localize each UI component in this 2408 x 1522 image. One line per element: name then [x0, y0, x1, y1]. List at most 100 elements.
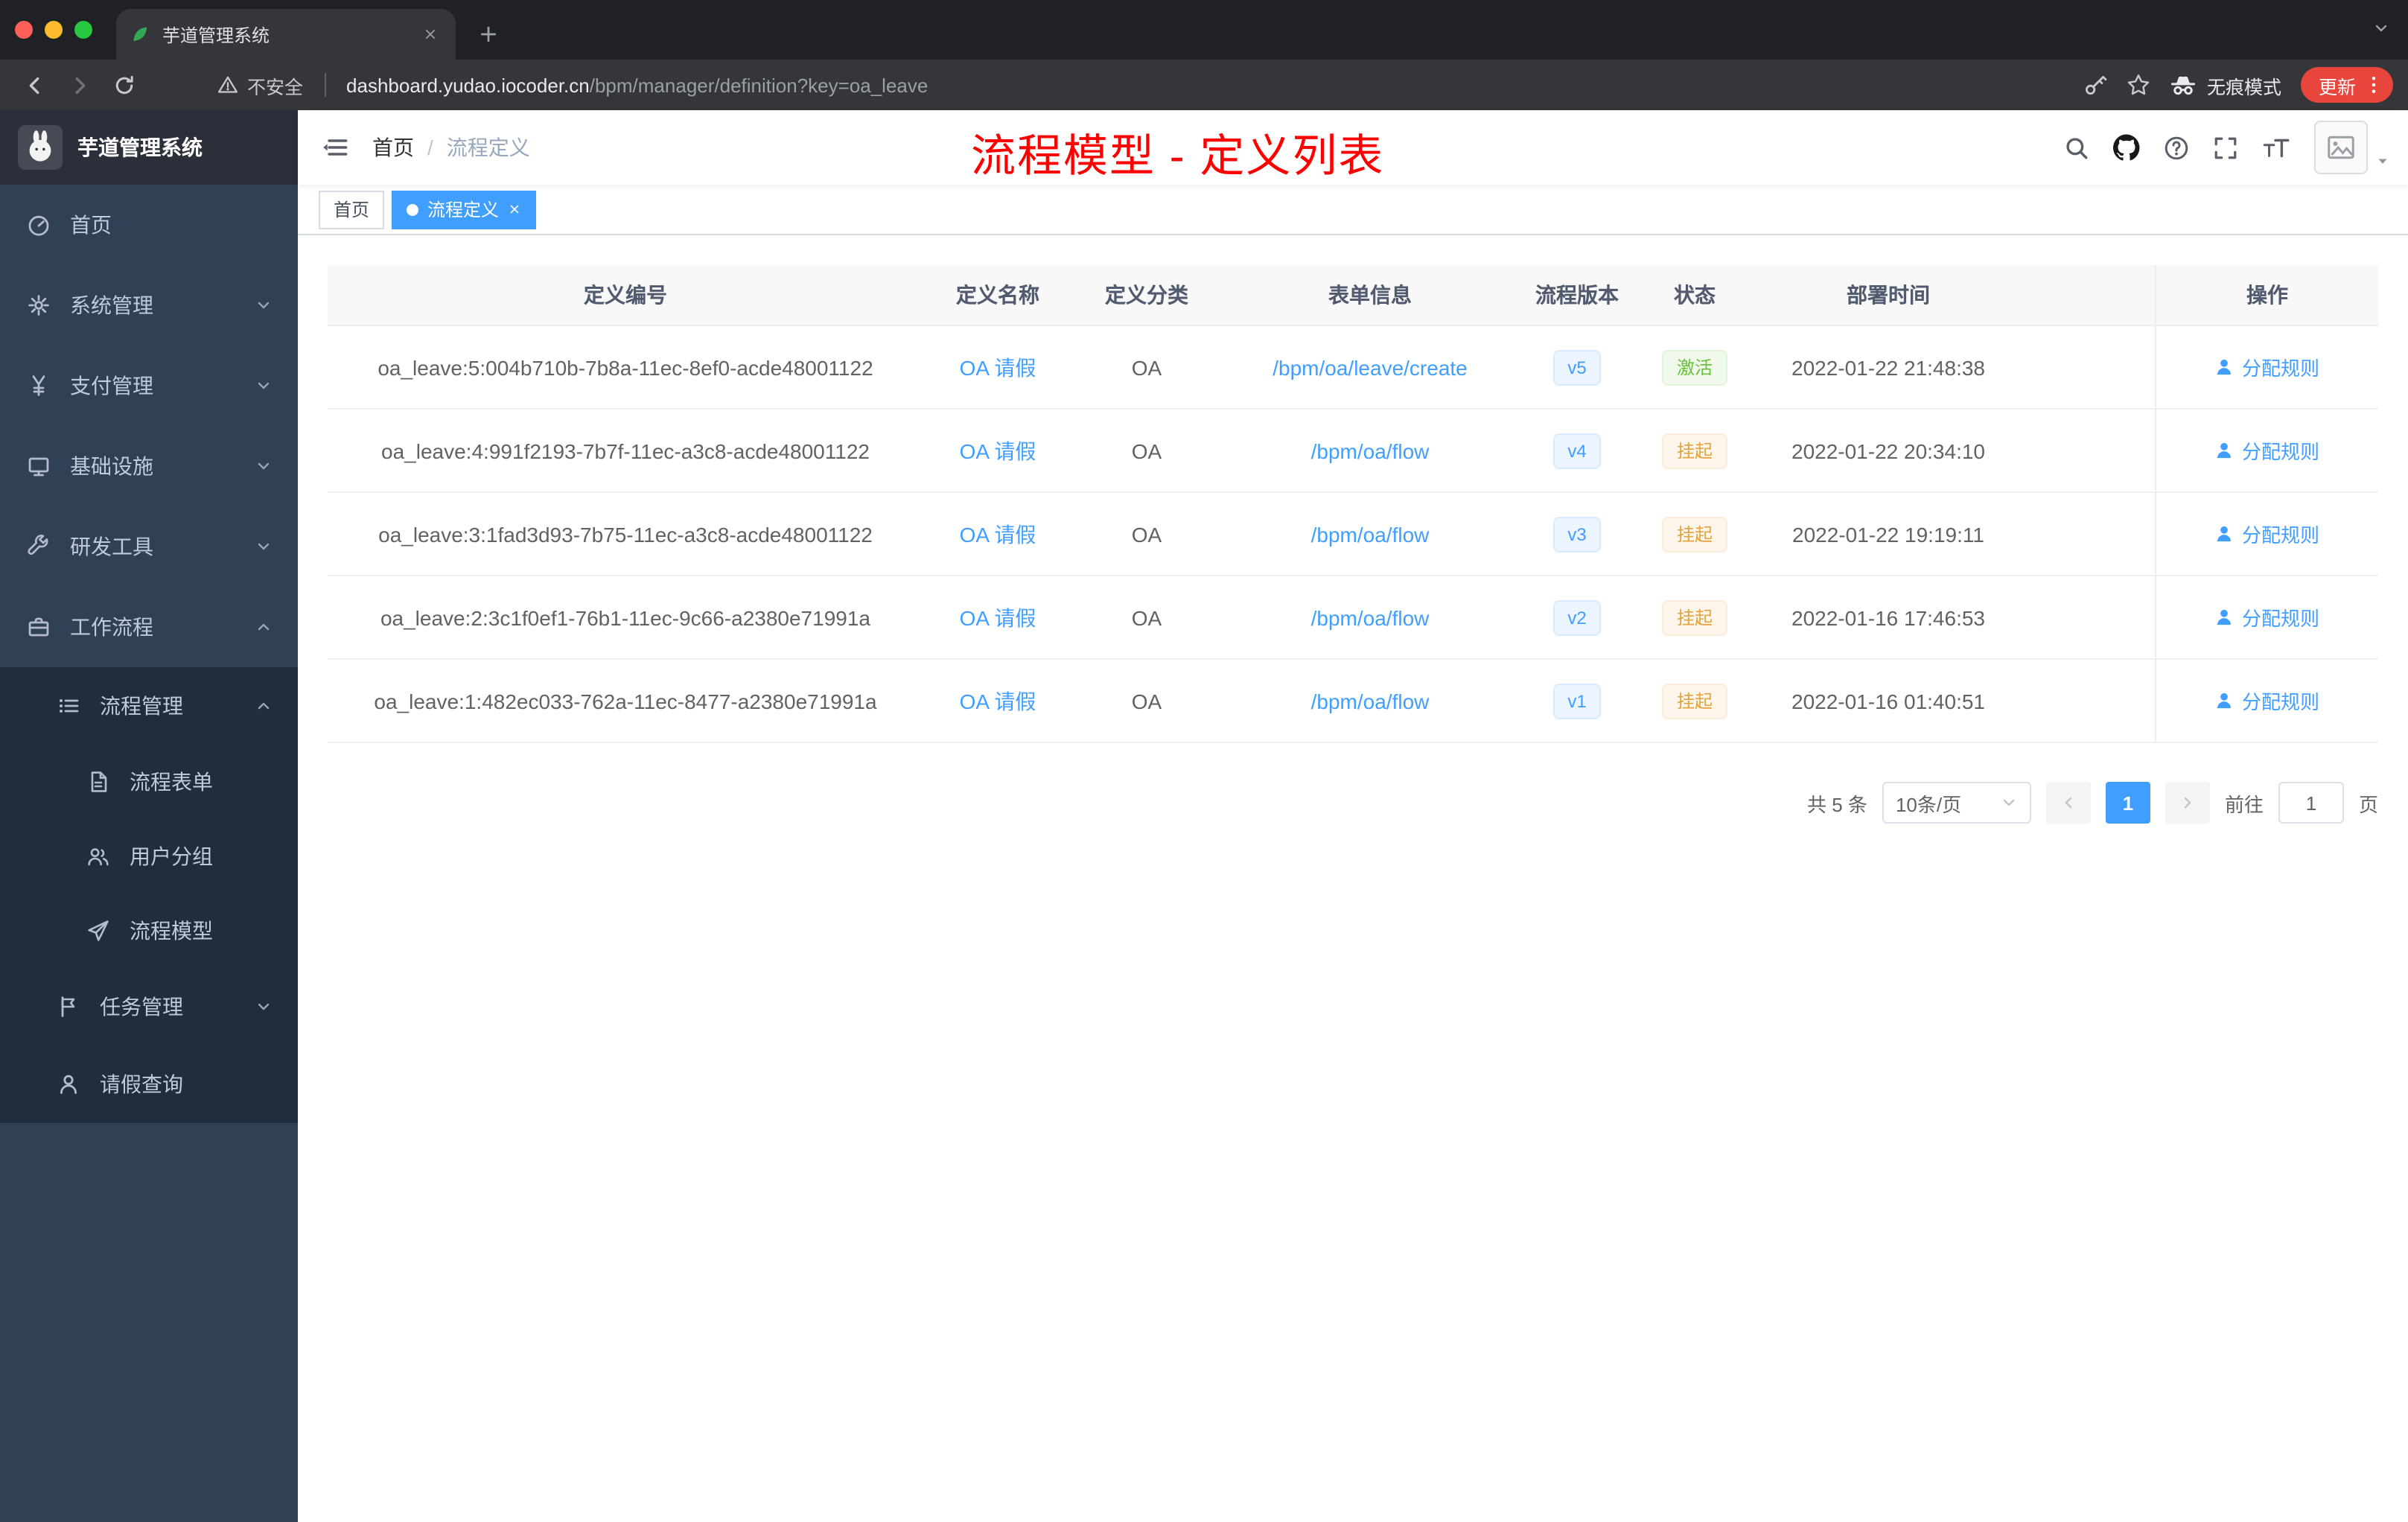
- breadcrumb: 首页 / 流程定义: [372, 133, 530, 162]
- forward-button[interactable]: [60, 66, 98, 104]
- tab-close-icon[interactable]: [417, 22, 442, 47]
- sidebar-item-leave-query[interactable]: 请假查询: [0, 1045, 298, 1123]
- sidebar-item-payment[interactable]: 支付管理: [0, 346, 298, 426]
- url-host: dashboard.yudao.iocoder.cn: [346, 74, 590, 96]
- sidebar-item-devtools[interactable]: 研发工具: [0, 506, 298, 587]
- assign-rule-button[interactable]: 分配规则: [2215, 687, 2319, 715]
- incognito-icon: [2170, 71, 2197, 98]
- tag-label: 流程定义: [427, 200, 500, 220]
- help-question-icon[interactable]: [2164, 135, 2189, 160]
- security-chip[interactable]: 不安全: [217, 71, 303, 99]
- github-icon[interactable]: [2113, 134, 2140, 161]
- fullscreen-icon[interactable]: [2213, 135, 2238, 160]
- cell-spacer: [2022, 660, 2155, 742]
- page-jump-input[interactable]: [2278, 782, 2344, 824]
- sidebar-item-workflow[interactable]: 工作流程: [0, 587, 298, 667]
- tag-close-icon[interactable]: [508, 203, 521, 216]
- zoom-window-button[interactable]: [74, 21, 92, 39]
- reload-button[interactable]: [104, 66, 143, 104]
- cell-id: oa_leave:2:3c1f0ef1-76b1-11ec-9c66-a2380…: [380, 605, 870, 629]
- sidebar-item-task-management[interactable]: 任务管理: [0, 968, 298, 1045]
- cell-deploy-time: 2022-01-22 21:48:38: [1791, 355, 1985, 379]
- hamburger-icon[interactable]: [298, 110, 372, 185]
- sidebar-item-label: 流程表单: [130, 770, 213, 794]
- next-page-button[interactable]: [2165, 782, 2210, 824]
- user-menu[interactable]: [2314, 121, 2390, 174]
- cell-id: oa_leave:4:991f2193-7b7f-11ec-a3c8-acde4…: [381, 439, 870, 462]
- sidebar-item-user-group[interactable]: 用户分组: [0, 819, 298, 894]
- assign-rule-button[interactable]: 分配规则: [2215, 603, 2319, 631]
- address-bar[interactable]: dashboard.yudao.iocoder.cn/bpm/manager/d…: [346, 74, 2063, 96]
- form-link[interactable]: /bpm/oa/flow: [1311, 439, 1430, 462]
- chevron-up-icon: [255, 697, 273, 715]
- sidebar-item-process-model[interactable]: 流程模型: [0, 894, 298, 968]
- tag-home[interactable]: 首页: [319, 190, 385, 229]
- breadcrumb-home[interactable]: 首页: [372, 133, 414, 162]
- new-tab-button[interactable]: [468, 13, 509, 55]
- column-header-actions: 操作: [2155, 265, 2378, 325]
- form-link[interactable]: /bpm/oa/flow: [1311, 522, 1430, 546]
- sidebar-item-label: 工作流程: [70, 615, 153, 639]
- form-link[interactable]: /bpm/oa/leave/create: [1273, 355, 1468, 379]
- assign-rule-button[interactable]: 分配规则: [2215, 436, 2319, 465]
- definition-name-link[interactable]: OA 请假: [960, 602, 1036, 632]
- assign-rule-button[interactable]: 分配规则: [2215, 520, 2319, 548]
- sidebar-item-home[interactable]: 首页: [0, 185, 298, 265]
- font-size-icon[interactable]: [2262, 135, 2290, 160]
- table-row: oa_leave:1:482ec033-762a-11ec-8477-a2380…: [328, 660, 2378, 743]
- user-icon: [2215, 357, 2235, 377]
- tab-strip-chevron-down-icon[interactable]: [2372, 19, 2390, 37]
- sidebar-logo[interactable]: 芋道管理系统: [0, 110, 298, 185]
- assign-rule-label: 分配规则: [2241, 524, 2319, 547]
- page-size-select[interactable]: 10条/页: [1882, 782, 2031, 824]
- update-button[interactable]: 更新: [2300, 67, 2393, 103]
- definition-name-link[interactable]: OA 请假: [960, 436, 1036, 465]
- settings-gear-icon: [27, 293, 51, 317]
- status-badge: 挂起: [1661, 433, 1727, 468]
- prev-page-button[interactable]: [2045, 782, 2091, 824]
- sidebar-item-process-form[interactable]: 流程表单: [0, 745, 298, 819]
- page-number-button[interactable]: 1: [2105, 782, 2150, 824]
- column-header-name: 定义名称: [956, 283, 1039, 307]
- minimize-window-button[interactable]: [45, 21, 63, 39]
- definition-name-link[interactable]: OA 请假: [960, 686, 1036, 716]
- definition-name-link[interactable]: OA 请假: [960, 519, 1036, 549]
- sidebar-item-label: 系统管理: [70, 293, 153, 317]
- tag-label: 首页: [334, 200, 370, 220]
- app-navbar: 首页 / 流程定义 流程模型 - 定义列表: [298, 110, 2408, 185]
- assign-rule-button[interactable]: 分配规则: [2215, 353, 2319, 381]
- app-frame: 芋道管理系统 首页 系统管理 支付管理 基础设施 研发工具 工作流程 流程管理 …: [0, 110, 2408, 1522]
- cell-id: oa_leave:5:004b710b-7b8a-11ec-8ef0-acde4…: [378, 355, 873, 379]
- assign-rule-label: 分配规则: [2241, 357, 2319, 380]
- update-label: 更新: [2318, 77, 2356, 98]
- sidebar-item-infrastructure[interactable]: 基础设施: [0, 426, 298, 506]
- status-badge: 激活: [1661, 349, 1727, 385]
- cell-deploy-time: 2022-01-16 17:46:53: [1791, 605, 1985, 629]
- tags-view: 首页 流程定义: [298, 185, 2408, 235]
- tag-process-definition[interactable]: 流程定义: [392, 190, 537, 229]
- version-badge: v4: [1552, 433, 1602, 468]
- chevron-down-icon: [255, 998, 273, 1016]
- browser-tab[interactable]: 芋道管理系统: [116, 9, 456, 60]
- chevron-down-icon: [255, 296, 273, 314]
- sidebar-item-label: 支付管理: [70, 374, 153, 398]
- sidebar-item-process-management[interactable]: 流程管理: [0, 667, 298, 745]
- form-link[interactable]: /bpm/oa/flow: [1311, 605, 1430, 629]
- back-button[interactable]: [15, 66, 54, 104]
- search-icon[interactable]: [2064, 135, 2089, 160]
- avatar[interactable]: [2314, 121, 2368, 174]
- bookmark-star-icon[interactable]: [2127, 73, 2150, 97]
- column-header-time: 部署时间: [1847, 283, 1930, 307]
- user-icon: [2215, 608, 2235, 627]
- incognito-label: 无痕模式: [2206, 77, 2281, 98]
- chevron-up-icon: [255, 618, 273, 636]
- sidebar-item-system[interactable]: 系统管理: [0, 265, 298, 346]
- chevron-down-icon: [255, 538, 273, 555]
- definition-name-link[interactable]: OA 请假: [960, 352, 1036, 382]
- cell-spacer: [2022, 576, 2155, 658]
- security-warning-label: 不安全: [247, 77, 304, 98]
- cell-spacer: [2022, 410, 2155, 491]
- password-key-icon[interactable]: [2083, 73, 2107, 97]
- form-link[interactable]: /bpm/oa/flow: [1311, 689, 1430, 713]
- close-window-button[interactable]: [15, 21, 33, 39]
